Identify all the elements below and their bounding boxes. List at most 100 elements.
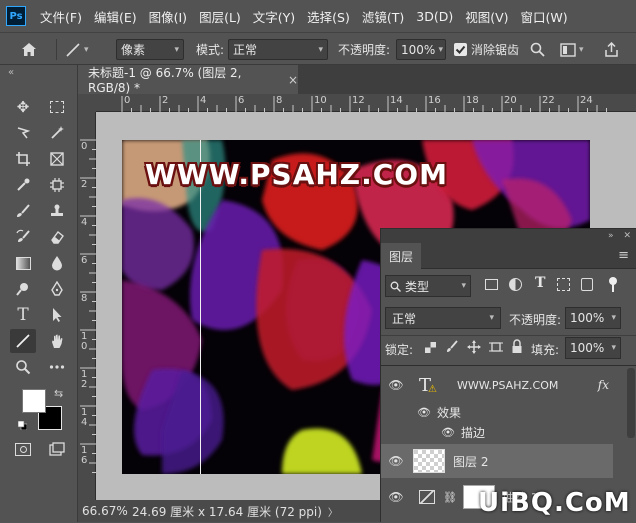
- layer-opacity-input[interactable]: 100% ▾: [565, 307, 621, 329]
- move-tool-icon[interactable]: ✥: [10, 95, 36, 119]
- eyedropper-tool-icon[interactable]: [10, 173, 36, 197]
- panel-menu-icon[interactable]: ≡: [618, 248, 629, 263]
- pen-tool-icon[interactable]: [44, 277, 70, 301]
- brush-tool-icon[interactable]: [10, 199, 36, 223]
- layer-name: WWW.PSAHZ.COM: [457, 378, 559, 392]
- type-layer-filter-icon[interactable]: T: [535, 275, 545, 291]
- chevron-down-icon: ▾: [611, 343, 616, 353]
- menu-filter[interactable]: 滤镜(T): [356, 7, 410, 26]
- home-icon[interactable]: [14, 39, 44, 60]
- ruler-corner: [78, 94, 96, 112]
- menu-layer[interactable]: 图层(L): [193, 7, 247, 26]
- stamp-tool-icon[interactable]: [44, 199, 70, 223]
- status-menu-icon[interactable]: 〉: [328, 504, 338, 519]
- search-icon: [390, 281, 401, 292]
- visibility-eye-icon[interactable]: 👁: [381, 426, 455, 439]
- fill-input[interactable]: 100% ▾: [565, 337, 621, 359]
- horizontal-ruler[interactable]: 0 2 4 6 8 10 12 14 16 18 20 22 24: [96, 94, 636, 112]
- antialias-label: 消除锯齿: [471, 43, 520, 57]
- swap-colors-icon[interactable]: ⇆: [54, 387, 63, 400]
- layer-row-layer2[interactable]: 👁 图层 2: [381, 444, 613, 478]
- layer-blend-mode-select[interactable]: 正常 ▾: [385, 307, 501, 329]
- close-panel-icon[interactable]: ✕: [623, 231, 631, 241]
- layers-scrollbar[interactable]: [627, 368, 635, 438]
- filter-toggle-stem: [612, 284, 614, 292]
- close-tab-icon[interactable]: ×: [288, 73, 298, 87]
- zoom-level[interactable]: 66.67%: [82, 504, 128, 518]
- more-tools-icon[interactable]: [44, 355, 70, 379]
- ruler-v-label: 10: [81, 331, 88, 352]
- magic-wand-tool-icon[interactable]: [44, 121, 70, 145]
- vertical-ruler[interactable]: 0 2 4 6 8 10 12 14 16: [78, 112, 96, 500]
- menu-type[interactable]: 文字(Y): [247, 7, 301, 26]
- type-tool-icon[interactable]: T: [10, 303, 36, 327]
- menu-select[interactable]: 选择(S): [301, 7, 356, 26]
- menu-image[interactable]: 图像(I): [143, 7, 193, 26]
- shape-layer-filter-icon[interactable]: [557, 278, 570, 291]
- pixel-layer-filter-icon[interactable]: [485, 279, 498, 290]
- document-tab[interactable]: 未标题-1 @ 66.7% (图层 2, RGB/8) * ×: [78, 65, 298, 95]
- menu-window[interactable]: 窗口(W): [515, 7, 574, 26]
- ruler-h-label: 8: [276, 95, 283, 106]
- zoom-tool-icon[interactable]: [10, 355, 36, 379]
- gradient-tool-icon[interactable]: [10, 251, 36, 275]
- line-tool-icon[interactable]: [10, 329, 36, 353]
- frame-crop-tool-icon[interactable]: [44, 173, 70, 197]
- visibility-eye-icon[interactable]: 👁: [381, 490, 411, 504]
- tool-mode-select[interactable]: 像素 ▾: [116, 39, 184, 60]
- lock-artboard-icon[interactable]: [489, 340, 503, 354]
- menu-edit[interactable]: 编辑(E): [88, 7, 143, 26]
- screen-mode-icon[interactable]: [44, 437, 70, 461]
- eraser-tool-icon[interactable]: [44, 225, 70, 249]
- marquee-tool-icon[interactable]: [44, 95, 70, 119]
- blur-tool-icon[interactable]: [44, 251, 70, 275]
- blend-mode-select[interactable]: 正常 ▾: [228, 39, 328, 60]
- layer-name: 图层 2: [453, 454, 489, 469]
- lock-position-icon[interactable]: [467, 340, 481, 354]
- layer-filter-row: 类型 ▾ T: [381, 275, 636, 299]
- adjustment-layer-filter-icon[interactable]: [509, 278, 522, 291]
- visibility-eye-icon[interactable]: 👁: [381, 406, 431, 419]
- options-divider: [56, 39, 57, 60]
- lasso-tool-icon[interactable]: [10, 121, 36, 145]
- opacity-input[interactable]: 100% ▾: [396, 39, 446, 60]
- line-tool-preset-icon[interactable]: ▾: [64, 39, 104, 60]
- blend-mode-value: 正常: [233, 43, 258, 57]
- frame-tool-icon[interactable]: [44, 147, 70, 171]
- search-icon[interactable]: [530, 39, 550, 60]
- antialias-checkbox[interactable]: 消除锯齿: [454, 39, 519, 60]
- layer-thumbnail: [413, 449, 445, 473]
- default-colors-icon[interactable]: [17, 419, 28, 431]
- layer-effects-row[interactable]: 👁 效果: [381, 402, 613, 422]
- visibility-eye-icon[interactable]: 👁: [381, 454, 411, 468]
- quick-mask-icon[interactable]: [10, 437, 36, 461]
- layers-tab[interactable]: 图层: [381, 243, 422, 269]
- layer-row-text[interactable]: 👁 T ⚠ WWW.PSAHZ.COM fx: [381, 368, 613, 402]
- stroke-effect-row[interactable]: 👁 描边: [381, 422, 613, 442]
- crop-tool-icon[interactable]: [10, 147, 36, 171]
- path-selection-tool-icon[interactable]: [44, 303, 70, 327]
- collapse-panel-icon[interactable]: »: [608, 231, 614, 241]
- lock-pixels-icon[interactable]: [445, 340, 459, 354]
- layer-effects-fx-icon[interactable]: fx: [598, 378, 609, 392]
- curves-adjustment-icon: [419, 490, 435, 504]
- photoshop-logo: Ps: [6, 6, 26, 26]
- menu-view[interactable]: 视图(V): [459, 7, 514, 26]
- collapse-panel-icon[interactable]: «: [8, 67, 14, 78]
- menu-3d[interactable]: 3D(D): [410, 9, 459, 24]
- lock-all-icon[interactable]: [511, 339, 523, 354]
- visibility-eye-icon[interactable]: 👁: [381, 378, 411, 392]
- workspace-icon[interactable]: ▾: [560, 39, 594, 60]
- menu-file[interactable]: 文件(F): [34, 7, 88, 26]
- smart-object-filter-icon[interactable]: [581, 278, 593, 291]
- blend-mode-label: 模式:: [196, 43, 225, 57]
- layer-filter-select[interactable]: 类型 ▾: [385, 275, 471, 297]
- lock-label: 锁定:: [385, 343, 414, 357]
- dodge-tool-icon[interactable]: [10, 277, 36, 301]
- lock-transparent-icon[interactable]: [425, 342, 436, 353]
- foreground-color-swatch[interactable]: [22, 389, 46, 413]
- share-icon[interactable]: [604, 39, 624, 60]
- ruler-h-label: 20: [504, 95, 517, 106]
- hand-tool-icon[interactable]: [44, 329, 70, 353]
- history-brush-tool-icon[interactable]: [10, 225, 36, 249]
